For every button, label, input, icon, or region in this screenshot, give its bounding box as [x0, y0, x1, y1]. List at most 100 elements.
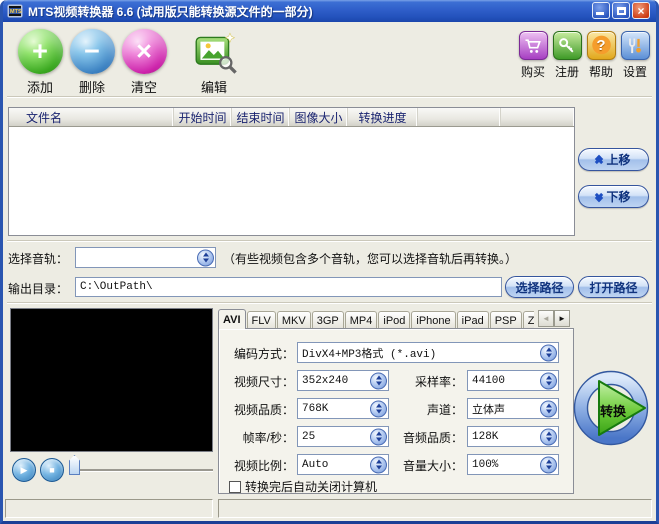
audio-track-hint: （有些视频包含多个音轨，您可以选择音轨后再转换。） [223, 252, 518, 266]
choose-path-button[interactable]: 选择路径 [505, 276, 574, 298]
column-start-time[interactable]: 开始时间 [174, 108, 232, 126]
spinner-icon[interactable] [540, 400, 557, 417]
column-progress[interactable]: 转换进度 [348, 108, 418, 126]
status-cell-right [218, 499, 652, 518]
video-size-select[interactable]: 352x240 [297, 370, 389, 391]
encode-label: 编码方式： [233, 347, 294, 361]
channels-value: 立体声 [472, 404, 505, 417]
tab-ipod[interactable]: iPod [378, 311, 411, 329]
column-end-time[interactable]: 结束时间 [232, 108, 290, 126]
settings-button[interactable]: 设置 [618, 31, 652, 80]
open-path-label: 打开路径 [589, 280, 638, 295]
minimize-button[interactable] [592, 2, 610, 19]
audio-track-select[interactable] [75, 247, 216, 268]
left-pointer-icon: ◄ [542, 314, 550, 323]
register-label: 注册 [554, 65, 579, 79]
help-button[interactable]: ? 帮助 [584, 31, 618, 80]
arrow-up-icon [545, 431, 552, 436]
video-size-value: 352x240 [302, 374, 349, 387]
close-button[interactable]: × [632, 2, 650, 19]
choose-path-label: 选择路径 [515, 280, 564, 295]
channels-select[interactable]: 立体声 [467, 398, 559, 419]
tab-flv[interactable]: FLV [246, 311, 276, 329]
spinner-icon[interactable] [540, 428, 557, 445]
video-preview [10, 308, 213, 452]
edit-button[interactable]: 编辑 [188, 29, 240, 96]
maximize-button[interactable] [612, 2, 630, 19]
tab-scroll-left-button[interactable]: ◄ [538, 310, 554, 327]
column-filename[interactable]: 文件名 [9, 108, 174, 126]
tab-avi[interactable]: AVI [218, 309, 246, 329]
shutdown-checkbox-label: 转换完后自动关闭计算机 [245, 480, 378, 494]
spinner-icon[interactable] [540, 372, 557, 389]
stop-button[interactable]: ■ [40, 458, 64, 482]
play-icon: ▶ [20, 464, 28, 475]
sample-rate-label: 采样率： [414, 375, 463, 389]
add-label: 添加 [26, 80, 53, 95]
video-size-label: 视频尺寸： [233, 375, 294, 389]
tab-mp4[interactable]: MP4 [344, 311, 378, 329]
spinner-icon[interactable] [540, 344, 557, 361]
tab-zune[interactable]: Zune [522, 311, 534, 329]
fps-select[interactable]: 25 [297, 426, 389, 447]
minimize-icon [596, 12, 604, 15]
tab-3gp[interactable]: 3GP [311, 311, 344, 329]
aspect-select[interactable]: Auto [297, 454, 389, 475]
file-list-header: 文件名 开始时间 结束时间 图像大小 转换进度 [9, 108, 574, 127]
open-path-button[interactable]: 打开路径 [578, 276, 649, 298]
arrow-down-icon [545, 353, 552, 358]
file-list: 文件名 开始时间 结束时间 图像大小 转换进度 [8, 107, 575, 236]
arrow-up-icon [545, 459, 552, 464]
format-tab-bar: AVI FLV MKV 3GP MP4 iPod iPhone iPad PSP… [218, 308, 534, 329]
tab-iphone[interactable]: iPhone [411, 311, 456, 329]
move-down-button[interactable]: 下移 [578, 185, 649, 208]
audio-quality-value: 128K [472, 430, 499, 443]
minus-icon: − [69, 29, 115, 74]
spinner-icon[interactable] [540, 456, 557, 473]
add-button[interactable]: + 添加 [14, 29, 66, 96]
delete-label: 删除 [78, 80, 105, 95]
arrow-down-icon [545, 465, 552, 470]
register-button[interactable]: 注册 [550, 31, 584, 80]
tab-mkv[interactable]: MKV [276, 311, 311, 329]
tab-ipad[interactable]: iPad [456, 311, 489, 329]
tab-psp[interactable]: PSP [489, 311, 522, 329]
aspect-label: 视频比例： [233, 459, 294, 473]
file-list-body[interactable] [9, 127, 574, 235]
tools-icon [620, 31, 650, 60]
move-up-button[interactable]: 上移 [578, 148, 649, 171]
volume-value: 100% [472, 458, 499, 471]
cart-icon [518, 31, 548, 60]
video-quality-select[interactable]: 768K [297, 398, 389, 419]
encode-value: DivX4+MP3格式 (*.avi) [302, 348, 437, 361]
separator [7, 96, 652, 98]
separator [7, 240, 652, 242]
arrow-up-icon [545, 375, 552, 380]
encode-select[interactable]: DivX4+MP3格式 (*.avi) [297, 342, 559, 363]
shutdown-checkbox-row[interactable]: 转换完后自动关闭计算机 [229, 478, 377, 495]
clear-button[interactable]: × 清空 [118, 29, 170, 96]
play-button[interactable]: ▶ [12, 458, 36, 482]
tab-scroll-right-button[interactable]: ► [554, 310, 570, 327]
close-icon: × [637, 3, 645, 18]
toolbar-right: 购买 注册 ? 帮助 设置 [516, 31, 652, 80]
column-empty [418, 108, 501, 126]
delete-button[interactable]: − 删除 [66, 29, 118, 96]
audio-track-label: 选择音轨： [8, 252, 69, 266]
spinner-icon[interactable] [197, 249, 214, 266]
cross-icon: × [121, 29, 167, 74]
volume-select[interactable]: 100% [467, 454, 559, 475]
cross-glyph: × [136, 36, 152, 66]
title-bar: MTS MTS视频转换器 6.6 (试用版只能转换源文件的一部分) × [3, 0, 656, 22]
shutdown-checkbox[interactable] [229, 480, 241, 493]
convert-button[interactable]: 转换 [573, 368, 653, 448]
buy-button[interactable]: 购买 [516, 31, 550, 80]
clear-label: 清空 [130, 80, 157, 95]
seek-slider-track[interactable] [69, 469, 213, 472]
sample-rate-select[interactable]: 44100 [467, 370, 559, 391]
column-image-size[interactable]: 图像大小 [290, 108, 348, 126]
seek-slider-thumb[interactable] [69, 455, 80, 475]
output-path-input[interactable] [75, 277, 502, 297]
plus-icon: + [17, 29, 63, 74]
audio-quality-select[interactable]: 128K [467, 426, 559, 447]
